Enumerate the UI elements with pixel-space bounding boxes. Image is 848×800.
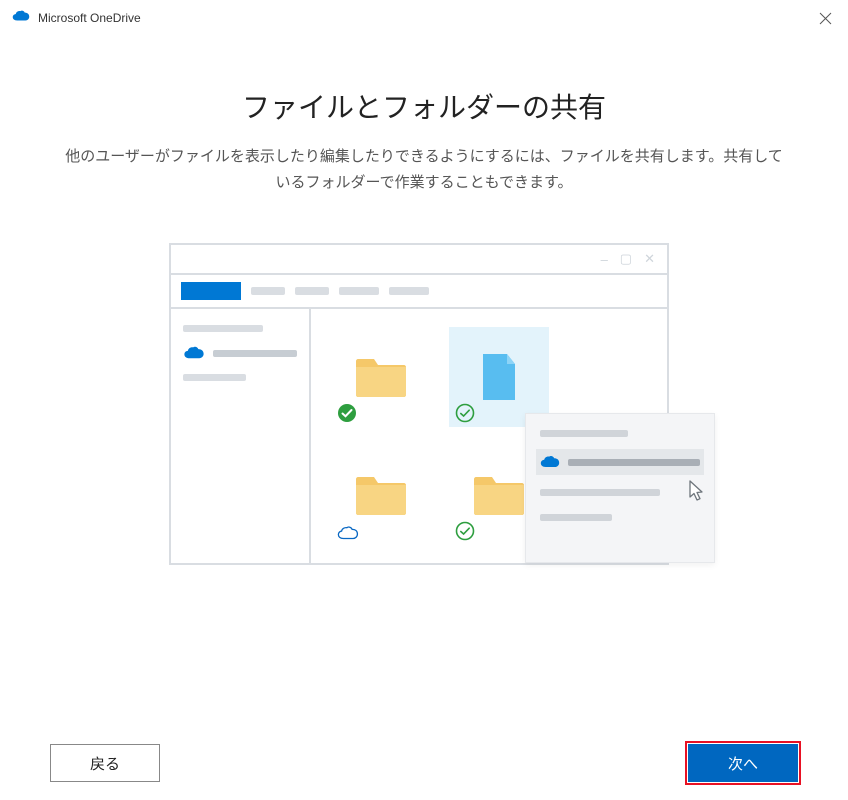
illus-sidebar (171, 309, 311, 563)
check-circle-filled-icon (337, 403, 357, 423)
onedrive-icon (12, 9, 30, 27)
onedrive-icon (540, 455, 560, 469)
illus-context-menu-share-item (536, 449, 704, 475)
cursor-icon (687, 479, 707, 503)
file-icon (479, 352, 519, 402)
illus-toolbar (171, 275, 667, 309)
back-button[interactable]: 戻る (50, 744, 160, 782)
illus-window-controls: –▢✕ (171, 245, 667, 275)
folder-icon (354, 473, 408, 517)
onedrive-icon (183, 346, 205, 360)
next-button[interactable]: 次へ (688, 744, 798, 782)
app-title: Microsoft OneDrive (38, 11, 141, 25)
window-titlebar: Microsoft OneDrive (0, 0, 848, 36)
close-button[interactable] (818, 11, 832, 25)
illus-folder-synced (331, 327, 431, 427)
page-heading: ファイルとフォルダーの共有 (60, 86, 788, 126)
page-subtext: 他のユーザーがファイルを表示したり編集したりできるようにするには、ファイルを共有… (64, 144, 784, 195)
folder-icon (472, 473, 526, 517)
share-illustration: –▢✕ (169, 243, 679, 573)
cloud-outline-icon (337, 525, 359, 541)
illus-folder-online (331, 445, 431, 545)
check-circle-outline-icon (455, 521, 475, 541)
folder-icon (354, 355, 408, 399)
illus-file-selected (449, 327, 549, 427)
check-circle-outline-icon (455, 403, 475, 423)
